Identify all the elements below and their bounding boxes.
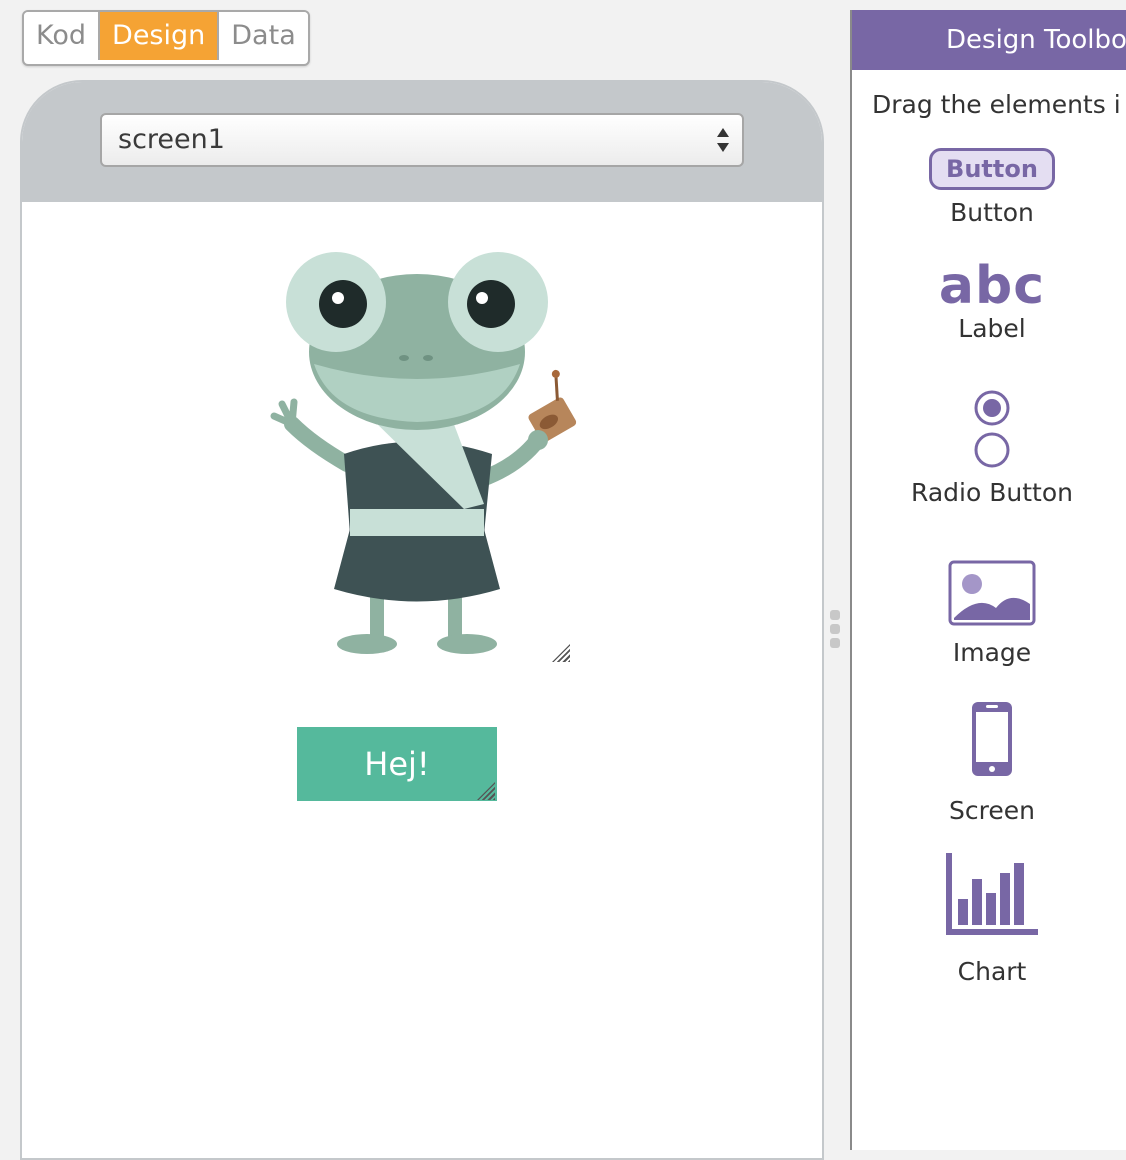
toolbox-item-image[interactable]: Image xyxy=(852,560,1126,667)
toolbox-item-label: Chart xyxy=(957,957,1027,986)
toolbox-item-chart[interactable]: Chart xyxy=(852,853,1126,986)
mode-tab-data[interactable]: Data xyxy=(219,12,308,60)
design-toolbox: Design Toolbo Drag the elements i Button… xyxy=(850,10,1126,1150)
bar-chart-icon xyxy=(946,853,1038,935)
toolbox-item-button[interactable]: Button Button xyxy=(852,148,1126,227)
splitter-dot xyxy=(830,610,840,620)
toolbox-item-label-widget[interactable]: abc Label xyxy=(852,258,1126,343)
toolbox-item-screen[interactable]: Screen xyxy=(852,700,1126,825)
splitter-dot xyxy=(830,638,840,648)
phone-header: screen1 xyxy=(22,82,822,202)
frog-character-image[interactable] xyxy=(252,244,612,674)
mode-tab-design[interactable]: Design xyxy=(100,12,220,60)
panel-splitter[interactable] xyxy=(830,610,842,650)
screen-select-value: screen1 xyxy=(118,124,225,155)
mode-tab-kod[interactable]: Kod xyxy=(24,12,101,60)
mode-toggle: Kod Design Data xyxy=(22,10,310,66)
app-canvas: Hej! xyxy=(22,202,822,1158)
toolbox-item-label: Radio Button xyxy=(911,478,1073,507)
toolbox-title: Design Toolbo xyxy=(852,10,1126,70)
toolbox-item-label: Screen xyxy=(949,796,1035,825)
hej-button[interactable]: Hej! xyxy=(297,727,497,801)
button-icon: Button xyxy=(929,148,1055,190)
toolbox-item-label: Label xyxy=(958,314,1026,343)
splitter-dot xyxy=(830,624,840,634)
toolbox-item-label: Image xyxy=(952,638,1032,667)
phone-screen-icon xyxy=(972,702,1012,776)
abc-label-icon: abc xyxy=(938,256,1046,316)
select-arrows-icon xyxy=(717,128,729,152)
toolbox-item-label: Button xyxy=(950,198,1034,227)
toolbox-hint: Drag the elements i xyxy=(872,90,1121,119)
phone-frame: screen1 Hej! xyxy=(20,80,824,1160)
radio-button-icon xyxy=(974,390,1010,468)
screen-select[interactable]: screen1 xyxy=(100,113,744,167)
image-icon xyxy=(948,560,1036,626)
toolbox-item-radio-button[interactable]: Radio Button xyxy=(852,388,1126,507)
